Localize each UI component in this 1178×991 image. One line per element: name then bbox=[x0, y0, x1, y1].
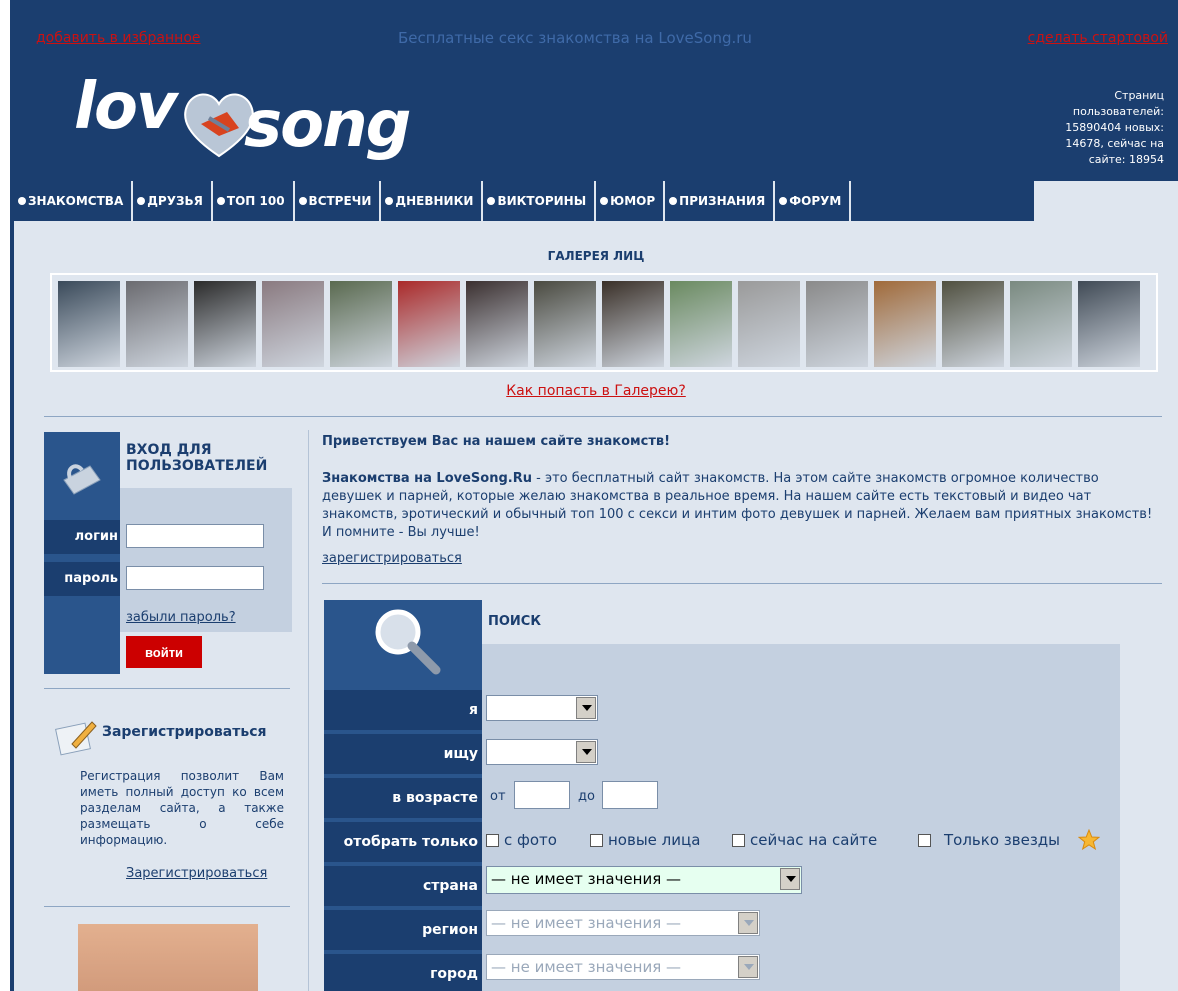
chevron-down-icon bbox=[780, 868, 800, 890]
nav-item[interactable]: ПРИЗНАНИЯ bbox=[665, 181, 776, 221]
region-select[interactable]: — не имеет значения — bbox=[486, 910, 760, 936]
stars-only-checkbox[interactable] bbox=[918, 834, 931, 847]
register-pencil-icon bbox=[55, 721, 97, 756]
register-title[interactable]: Зарегистрироваться bbox=[102, 724, 266, 740]
gallery-thumbnail[interactable] bbox=[670, 281, 732, 367]
site-stats: Страниц пользователей: 15890404 новых: 1… bbox=[1065, 89, 1164, 166]
divider bbox=[44, 416, 1162, 417]
online-label: сейчас на сайте bbox=[750, 831, 878, 849]
search-title: ПОИСК bbox=[488, 614, 541, 629]
i-gender-select[interactable] bbox=[486, 695, 598, 721]
chevron-down-icon bbox=[576, 697, 596, 719]
welcome-text: Знакомства на LoveSong.Ru - это бесплатн… bbox=[322, 470, 1162, 542]
welcome-title: Приветствуем Вас на нашем сайте знакомст… bbox=[322, 434, 671, 449]
nav-bar: ЗНАКОМСТВА ДРУЗЬЯ ТОП 100 ВСТРЕЧИ ДНЕВНИКИ ВИ… bbox=[14, 181, 1034, 221]
login-title: ВХОД ДЛЯ ПОЛЬЗОВАТЕЛЕЙ bbox=[126, 442, 268, 474]
gallery-thumbnail[interactable] bbox=[330, 281, 392, 367]
online-checkbox[interactable] bbox=[732, 834, 745, 847]
gallery-thumbnail[interactable] bbox=[806, 281, 868, 367]
logo-text-right: song bbox=[244, 88, 411, 162]
site-logo[interactable]: lov song bbox=[74, 70, 434, 170]
login-box: ВХОД ДЛЯ ПОЛЬЗОВАТЕЛЕЙ логин пароль забы… bbox=[44, 432, 292, 674]
gallery-title: ГАЛЕРЕЯ ЛИЦ bbox=[547, 249, 645, 263]
gallery-thumbnail[interactable] bbox=[602, 281, 664, 367]
new-faces-checkbox[interactable] bbox=[590, 834, 603, 847]
magnifier-icon bbox=[375, 609, 441, 675]
age-to-input[interactable] bbox=[602, 781, 658, 809]
column-divider bbox=[308, 430, 309, 991]
welcome-brand: Знакомства на LoveSong.Ru bbox=[322, 471, 532, 486]
gallery-thumbnail[interactable] bbox=[738, 281, 800, 367]
gallery-thumbnail[interactable] bbox=[194, 281, 256, 367]
city-select[interactable]: — не имеет значения — bbox=[486, 954, 760, 980]
country-value: — не имеет значения — bbox=[491, 870, 682, 888]
nav-item[interactable]: ДНЕВНИКИ bbox=[381, 181, 484, 221]
make-homepage-link[interactable]: сделать стартовой bbox=[1028, 30, 1168, 46]
search-i-label: я bbox=[324, 690, 482, 730]
country-select[interactable]: — не имеет значения — bbox=[486, 866, 802, 894]
register-description: Регистрация позволит Вам иметь полный до… bbox=[80, 769, 284, 847]
star-icon bbox=[1078, 829, 1100, 851]
gallery-thumbnail[interactable] bbox=[58, 281, 120, 367]
add-favorites-link[interactable]: добавить в избранное bbox=[36, 30, 201, 46]
search-filter-label: отобрать только bbox=[324, 822, 482, 862]
welcome-register-link[interactable]: зарегистрироваться bbox=[322, 551, 462, 566]
stars-only-label: Только звезды bbox=[944, 831, 1061, 849]
nav-item[interactable]: ЮМОР bbox=[596, 181, 666, 221]
gallery-thumbnail[interactable] bbox=[1078, 281, 1140, 367]
site-header: добавить в избранное Бесплатные секс зна… bbox=[14, 0, 1178, 181]
face-gallery bbox=[50, 273, 1158, 372]
chevron-down-icon bbox=[576, 741, 596, 763]
login-input[interactable] bbox=[126, 524, 264, 548]
profile-photo[interactable] bbox=[78, 924, 258, 991]
search-seek-label: ищу bbox=[324, 734, 482, 774]
site-title: Бесплатные секс знакомства на LoveSong.r… bbox=[398, 29, 752, 47]
search-age-label: в возрасте bbox=[324, 778, 482, 818]
login-button[interactable]: войти bbox=[126, 636, 202, 668]
new-faces-label: новые лица bbox=[608, 831, 701, 849]
register-link[interactable]: Зарегистрироваться bbox=[126, 866, 267, 881]
with-photo-checkbox[interactable] bbox=[486, 834, 499, 847]
region-value: — не имеет значения — bbox=[491, 914, 682, 932]
with-photo-label: с фото bbox=[504, 831, 557, 849]
age-from-input[interactable] bbox=[514, 781, 570, 809]
seek-gender-select[interactable] bbox=[486, 739, 598, 765]
forgot-password-link[interactable]: забыли пароль? bbox=[126, 610, 236, 625]
gallery-thumbnail[interactable] bbox=[942, 281, 1004, 367]
page-frame: добавить в избранное Бесплатные секс зна… bbox=[10, 0, 1178, 991]
login-label: логин bbox=[44, 520, 120, 554]
gallery-thumbnail[interactable] bbox=[126, 281, 188, 367]
nav-item[interactable]: ТОП 100 bbox=[213, 181, 295, 221]
search-country-label: страна bbox=[324, 866, 482, 906]
lock-icon bbox=[63, 464, 101, 495]
gallery-thumbnail[interactable] bbox=[874, 281, 936, 367]
nav-item[interactable]: ВСТРЕЧИ bbox=[295, 181, 382, 221]
divider bbox=[44, 688, 290, 689]
chevron-down-icon bbox=[738, 912, 758, 934]
main-nav: ЗНАКОМСТВА ДРУЗЬЯ ТОП 100 ВСТРЕЧИ ДНЕВНИКИ ВИ… bbox=[14, 181, 1178, 223]
nav-item[interactable]: ФОРУМ bbox=[775, 181, 852, 221]
gallery-howto-link[interactable]: Как попасть в Галерею? bbox=[14, 383, 1178, 399]
search-region-label: регион bbox=[324, 910, 482, 950]
gallery-thumbnail[interactable] bbox=[398, 281, 460, 367]
gallery-thumbnail[interactable] bbox=[466, 281, 528, 367]
password-input[interactable] bbox=[126, 566, 264, 590]
age-from-label: от bbox=[490, 789, 506, 804]
gallery-thumbnail[interactable] bbox=[262, 281, 324, 367]
divider bbox=[44, 906, 290, 907]
nav-item[interactable]: ЗНАКОМСТВА bbox=[14, 181, 134, 221]
gallery-thumbnail[interactable] bbox=[534, 281, 596, 367]
search-city-label: город bbox=[324, 954, 482, 991]
logo-text-left: lov bbox=[74, 70, 178, 144]
nav-item[interactable]: ВИКТОРИНЫ bbox=[483, 181, 597, 221]
age-to-label: до bbox=[578, 789, 595, 804]
nav-item[interactable]: ДРУЗЬЯ bbox=[133, 181, 213, 221]
gallery-thumbnail[interactable] bbox=[1010, 281, 1072, 367]
city-value: — не имеет значения — bbox=[491, 958, 682, 976]
password-label: пароль bbox=[44, 562, 120, 596]
chevron-down-icon bbox=[738, 956, 758, 978]
divider bbox=[322, 583, 1162, 584]
